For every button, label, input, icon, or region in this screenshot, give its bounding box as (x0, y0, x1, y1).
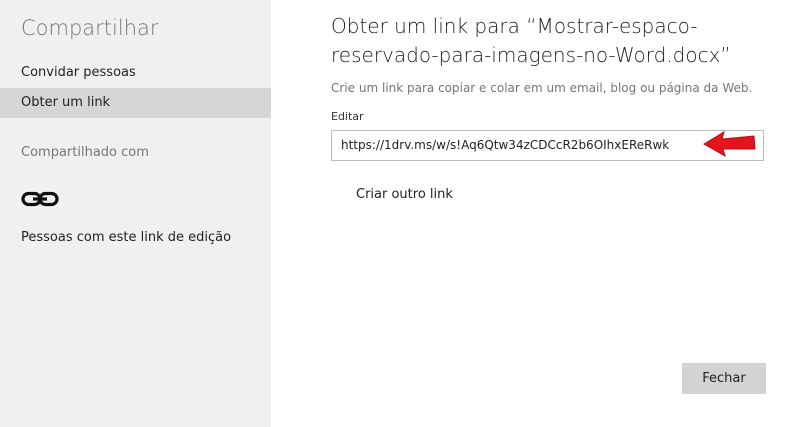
people-with-edit-link[interactable]: Pessoas com este link de edição (21, 230, 231, 245)
page-title: Obter um link para “Mostrar-espaco-reser… (331, 14, 731, 67)
sidebar-item-get-link[interactable]: Obter um link (0, 88, 271, 118)
close-button[interactable]: Fechar (682, 363, 766, 394)
shared-with-heading: Compartilhado com (21, 145, 149, 160)
sidebar-item-invite-people[interactable]: Convidar pessoas (0, 58, 271, 88)
red-arrow-icon (703, 130, 756, 158)
sidebar-title: Compartilhar (21, 16, 159, 40)
page-description: Crie um link para copiar e colar em um e… (331, 81, 753, 95)
edit-label: Editar (331, 110, 364, 123)
sidebar: Compartilhar Convidar pessoas Obter um l… (0, 0, 271, 427)
link-icon (21, 191, 59, 207)
create-another-link-button[interactable]: Criar outro link (356, 187, 453, 202)
